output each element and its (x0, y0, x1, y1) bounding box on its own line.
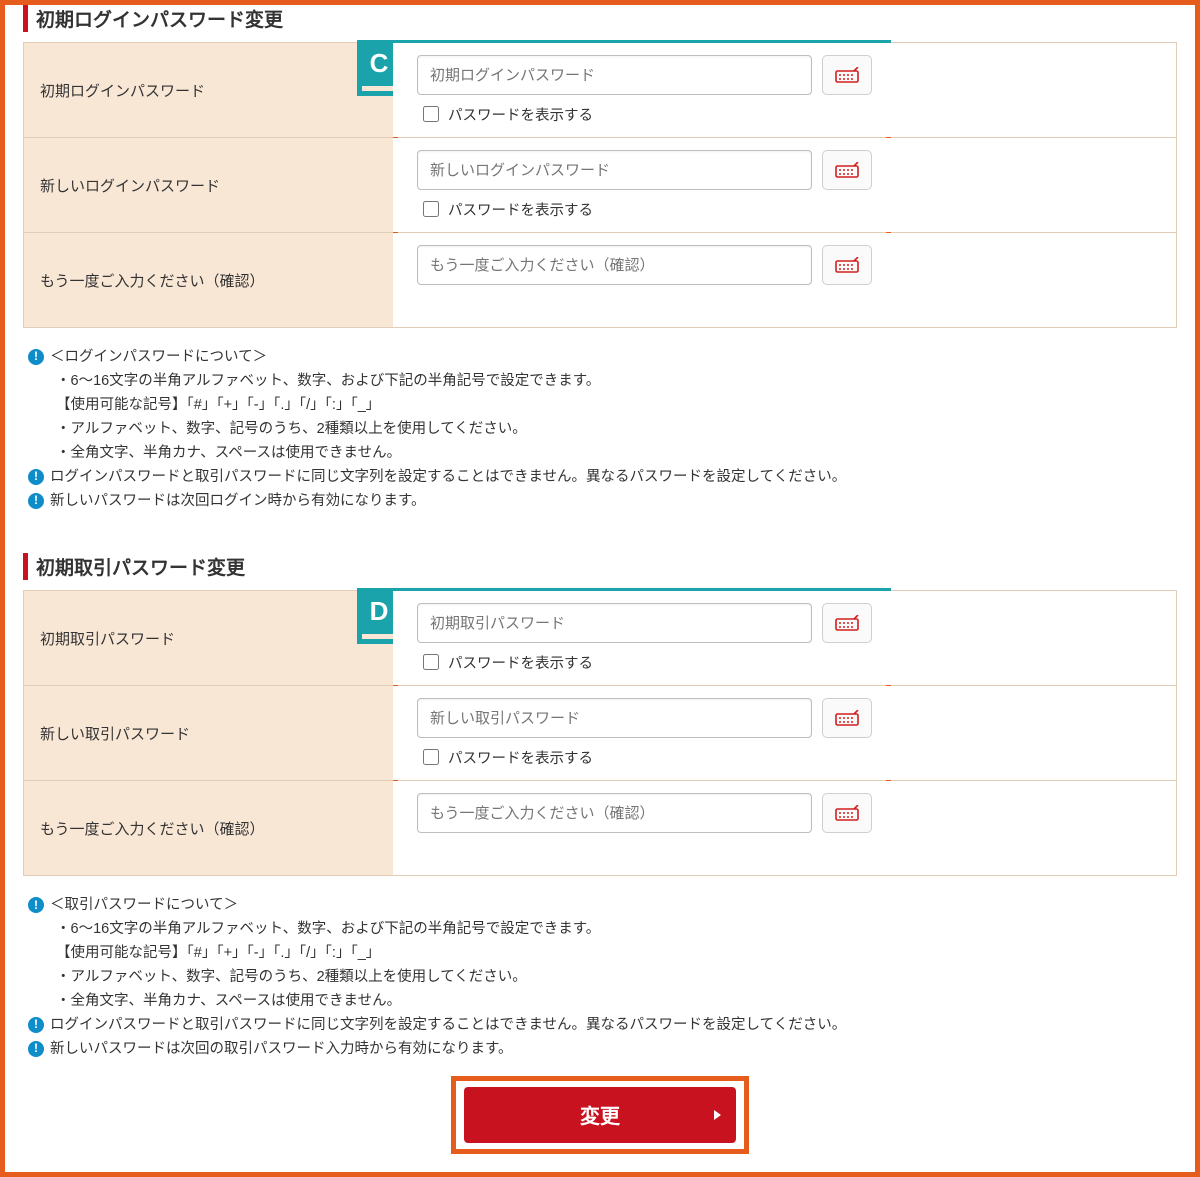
trade-notes: ! ＜取引パスワードについて＞ ・6～16文字の半角アルファベット、数字、および下… (28, 894, 1177, 1061)
section-trade-title: 初期取引パスワード変更 (23, 553, 1177, 580)
keyboard-icon (835, 710, 859, 726)
trade-new-row: 新しい取引パスワード パスワードを表示する (24, 686, 1176, 781)
trade-note-b3: ・アルファベット、数字、記号のうち、2種類以上を使用してください。 (28, 966, 1177, 990)
login-password-table: C お客様が新たに設定するログインパスワード 初期ログインパスワード パスワード… (23, 42, 1177, 328)
submit-callout: 変更 (451, 1076, 749, 1154)
soft-keyboard-button[interactable] (822, 245, 872, 285)
info-icon: ! (28, 469, 44, 485)
login-current-show-checkbox[interactable] (423, 106, 439, 122)
soft-keyboard-button[interactable] (822, 603, 872, 643)
login-confirm-label: もう一度ご入力ください（確認） (24, 233, 393, 327)
info-icon: ! (28, 493, 44, 509)
trade-confirm-label: もう一度ご入力ください（確認） (24, 781, 393, 875)
page-frame: 初期ログインパスワード変更 C お客様が新たに設定するログインパスワード 初期ロ… (0, 0, 1200, 1177)
keyboard-icon (835, 257, 859, 273)
trade-note-b1: ・6～16文字の半角アルファベット、数字、および下記の半角記号で設定できます。 (28, 918, 1177, 942)
login-note-b3: ・アルファベット、数字、記号のうち、2種類以上を使用してください。 (28, 418, 1177, 442)
trade-current-show-label: パスワードを表示する (448, 652, 593, 673)
login-note-head: ＜ログインパスワードについて＞ (50, 346, 267, 370)
keyboard-icon (835, 67, 859, 83)
keyboard-icon (835, 162, 859, 178)
info-icon: ! (28, 349, 44, 365)
trade-note-head: ＜取引パスワードについて＞ (50, 894, 238, 918)
soft-keyboard-button[interactable] (822, 55, 872, 95)
trade-note-l2: ログインパスワードと取引パスワードに同じ文字列を設定することはできません。異なる… (50, 1014, 846, 1038)
trade-new-show[interactable]: パスワードを表示する (417, 746, 1152, 768)
trade-new-label: 新しい取引パスワード (24, 686, 393, 780)
trade-current-row: 初期取引パスワード パスワードを表示する (24, 591, 1176, 686)
trade-current-show[interactable]: パスワードを表示する (417, 651, 1152, 673)
trade-current-label: 初期取引パスワード (24, 591, 393, 685)
soft-keyboard-button[interactable] (822, 698, 872, 738)
login-new-show-label: パスワードを表示する (448, 199, 593, 220)
login-current-label: 初期ログインパスワード (24, 43, 393, 137)
trade-confirm-row: もう一度ご入力ください（確認） (24, 781, 1176, 875)
login-current-show[interactable]: パスワードを表示する (417, 103, 1152, 125)
login-confirm-row: もう一度ご入力ください（確認） (24, 233, 1176, 327)
info-icon: ! (28, 1017, 44, 1033)
submit-button[interactable]: 変更 (464, 1087, 736, 1143)
info-icon: ! (28, 1041, 44, 1057)
trade-new-show-label: パスワードを表示する (448, 747, 593, 768)
login-new-label: 新しいログインパスワード (24, 138, 393, 232)
trade-note-b4: ・全角文字、半角カナ、スペースは使用できません。 (28, 990, 1177, 1014)
soft-keyboard-button[interactable] (822, 150, 872, 190)
trade-confirm-input[interactable] (417, 793, 812, 833)
trade-new-show-checkbox[interactable] (423, 749, 439, 765)
login-note-b2: 【使用可能な記号】「#」「+」「-」「.」「/」「:」「_」 (28, 394, 1177, 418)
login-note-b4: ・全角文字、半角カナ、スペースは使用できません。 (28, 442, 1177, 466)
trade-current-input[interactable] (417, 603, 812, 643)
login-new-show[interactable]: パスワードを表示する (417, 198, 1152, 220)
trade-current-show-checkbox[interactable] (423, 654, 439, 670)
section-login-title: 初期ログインパスワード変更 (23, 5, 1177, 32)
trade-password-table: D お客様が新たに設定する取引パスワード 初期取引パスワード パスワードを表示す… (23, 590, 1177, 876)
info-icon: ! (28, 897, 44, 913)
login-current-show-label: パスワードを表示する (448, 104, 593, 125)
login-notes: ! ＜ログインパスワードについて＞ ・6～16文字の半角アルファベット、数字、およ… (28, 346, 1177, 513)
trade-note-b2: 【使用可能な記号】「#」「+」「-」「.」「/」「:」「_」 (28, 942, 1177, 966)
login-current-input[interactable] (417, 55, 812, 95)
trade-note-l3: 新しいパスワードは次回の取引パスワード入力時から有効になります。 (50, 1038, 513, 1062)
login-current-row: 初期ログインパスワード パスワードを表示する (24, 43, 1176, 138)
trade-new-input[interactable] (417, 698, 812, 738)
login-note-l2: ログインパスワードと取引パスワードに同じ文字列を設定することはできません。異なる… (50, 466, 846, 490)
login-note-l3: 新しいパスワードは次回ログイン時から有効になります。 (50, 490, 426, 514)
keyboard-icon (835, 805, 859, 821)
chevron-right-icon (714, 1110, 721, 1120)
submit-label: 変更 (580, 1100, 620, 1129)
soft-keyboard-button[interactable] (822, 793, 872, 833)
login-new-row: 新しいログインパスワード パスワードを表示する (24, 138, 1176, 233)
login-new-show-checkbox[interactable] (423, 201, 439, 217)
login-confirm-input[interactable] (417, 245, 812, 285)
login-new-input[interactable] (417, 150, 812, 190)
keyboard-icon (835, 615, 859, 631)
login-note-b1: ・6～16文字の半角アルファベット、数字、および下記の半角記号で設定できます。 (28, 370, 1177, 394)
